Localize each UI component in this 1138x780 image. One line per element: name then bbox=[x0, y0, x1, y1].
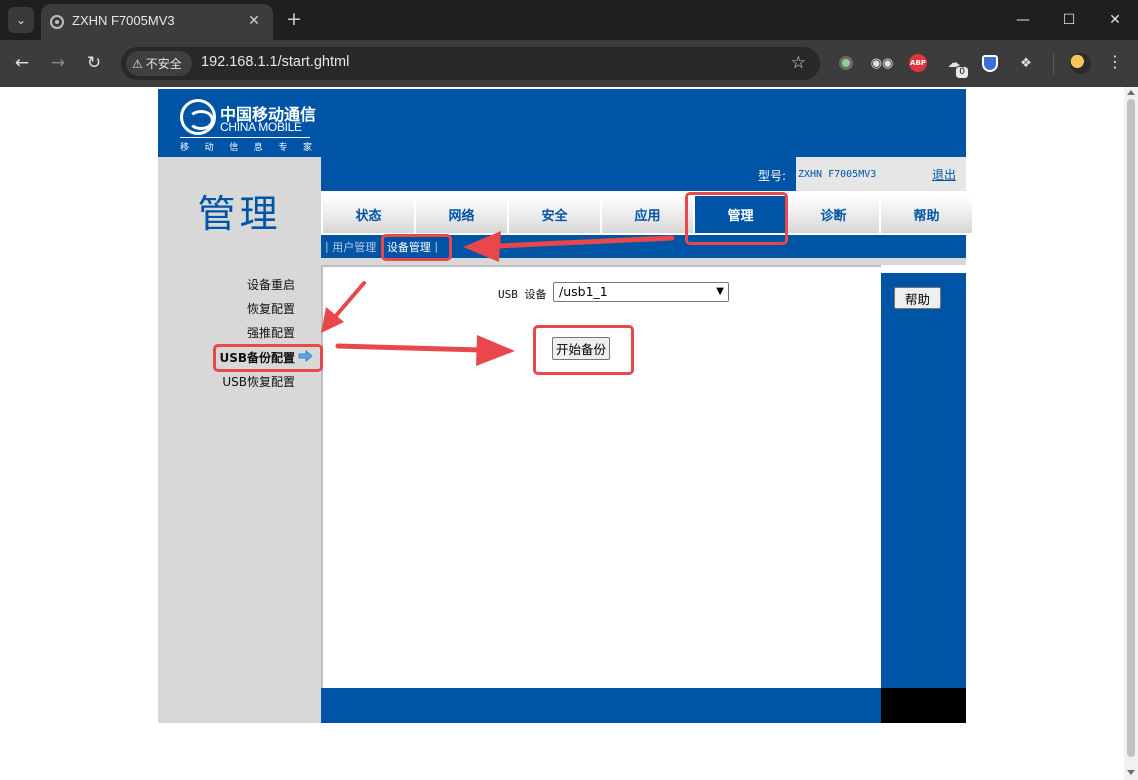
close-window-button[interactable]: ✕ bbox=[1100, 5, 1130, 35]
annotation-box-device-management bbox=[381, 234, 452, 261]
footer-right bbox=[881, 688, 966, 723]
usb-device-label: USB 设备 bbox=[498, 288, 547, 301]
warning-icon: ⚠ bbox=[132, 56, 143, 71]
profile-avatar[interactable] bbox=[1070, 53, 1091, 74]
annotation-box-management-tab bbox=[685, 192, 788, 245]
tab-application[interactable]: 应用 bbox=[602, 196, 693, 233]
subnav-item-user-management[interactable]: 用户管理 bbox=[332, 239, 376, 255]
model-info: ZXHN F7005MV3 退出 bbox=[796, 157, 966, 191]
more-menu-icon[interactable]: ⋮ bbox=[1107, 52, 1123, 71]
tab-security[interactable]: 安全 bbox=[509, 196, 600, 233]
chevron-down-icon: ▼ bbox=[716, 286, 724, 297]
security-indicator[interactable]: ⚠ 不安全 bbox=[126, 51, 192, 76]
minimize-button[interactable]: — bbox=[1008, 5, 1038, 35]
scroll-thumb[interactable] bbox=[1127, 99, 1135, 757]
close-icon[interactable]: ✕ bbox=[244, 11, 264, 31]
chevron-down-icon: ⌄ bbox=[15, 13, 27, 27]
logo-divider bbox=[180, 137, 310, 138]
browser-tab[interactable]: ZXHN F7005MV3 ✕ bbox=[41, 4, 273, 40]
extension-badge: 0 bbox=[955, 66, 969, 79]
section-header: 管理 bbox=[158, 157, 321, 258]
tab-diagnostics[interactable]: 诊断 bbox=[788, 196, 879, 233]
header-banner: 中国移动通信 CHINA MOBILE 移 动 信 息 专 家 bbox=[158, 89, 966, 157]
model-value: ZXHN F7005MV3 bbox=[798, 169, 877, 180]
tab-status[interactable]: 状态 bbox=[323, 196, 414, 233]
extension-glasses-icon[interactable]: ◉◉ bbox=[871, 52, 894, 74]
logo-tagline: 移 动 信 息 专 家 bbox=[180, 143, 312, 153]
model-label: 型号: bbox=[758, 169, 787, 183]
new-tab-button[interactable]: + bbox=[283, 8, 305, 30]
page-scrollbar[interactable] bbox=[1124, 87, 1138, 780]
sidebar-item-push-config[interactable]: 强推配置 bbox=[247, 324, 295, 341]
model-bar: 型号: ZXHN F7005MV3 退出 bbox=[321, 157, 966, 191]
scroll-up-icon[interactable] bbox=[1127, 90, 1135, 95]
forward-button[interactable]: → bbox=[45, 50, 71, 76]
china-mobile-logo-icon bbox=[180, 99, 216, 135]
browser-titlebar: ⌄ ZXHN F7005MV3 ✕ + — ☐ ✕ bbox=[0, 0, 1138, 40]
cloud-extension-icon[interactable]: ☁ 0 bbox=[943, 52, 969, 79]
footer-left bbox=[158, 688, 321, 723]
sidebar-item-usb-restore[interactable]: USB恢复配置 bbox=[222, 373, 295, 390]
tab-network[interactable]: 网络 bbox=[416, 196, 507, 233]
main-nav: 状态 网络 安全 应用 管理 诊断 帮助 bbox=[321, 191, 972, 235]
logo-name-en: CHINA MOBILE bbox=[220, 120, 302, 134]
globe-icon bbox=[50, 15, 64, 29]
puzzle-icon[interactable]: ❖ bbox=[1015, 52, 1037, 74]
annotation-box-start-backup bbox=[533, 325, 634, 375]
help-button[interactable]: 帮助 bbox=[894, 287, 941, 309]
usb-device-select[interactable]: /usb1_1 ▼ bbox=[553, 282, 729, 302]
usb-device-value: /usb1_1 bbox=[559, 284, 608, 299]
address-bar[interactable]: ⚠ 不安全 192.168.1.1/start.ghtml ☆ bbox=[121, 47, 820, 80]
scroll-down-icon[interactable] bbox=[1127, 770, 1135, 775]
tab-title: ZXHN F7005MV3 bbox=[72, 13, 175, 28]
footer-main bbox=[321, 688, 881, 723]
security-label: 不安全 bbox=[145, 57, 182, 71]
sidebar-item-restore-config[interactable]: 恢复配置 bbox=[247, 300, 295, 317]
page-viewport: 中国移动通信 CHINA MOBILE 移 动 信 息 专 家 管理 型号: Z… bbox=[0, 87, 1124, 780]
sidebar-item-device-restart[interactable]: 设备重启 bbox=[247, 276, 295, 293]
adblock-icon[interactable]: ABP bbox=[907, 52, 929, 74]
sidebar: 设备重启 恢复配置 强推配置 USB备份配置 USB恢复配置 bbox=[158, 258, 321, 688]
logout-link[interactable]: 退出 bbox=[932, 166, 956, 183]
url-text[interactable]: 192.168.1.1/start.ghtml bbox=[201, 54, 349, 70]
tab-help[interactable]: 帮助 bbox=[881, 196, 972, 233]
shield-extension-icon[interactable] bbox=[979, 52, 1001, 74]
help-panel: 帮助 bbox=[881, 273, 966, 688]
toolbar-divider bbox=[1053, 54, 1054, 74]
annotation-box-usb-backup bbox=[213, 344, 323, 372]
browser-toolbar: ← → ↻ ⚠ 不安全 192.168.1.1/start.ghtml ☆ ◉◉… bbox=[0, 40, 1138, 87]
page-title: 管理 bbox=[197, 192, 282, 236]
tab-search-button[interactable]: ⌄ bbox=[8, 7, 34, 33]
bookmark-star-icon[interactable]: ☆ bbox=[791, 53, 806, 73]
extension-green-icon[interactable] bbox=[835, 52, 857, 74]
reload-button[interactable]: ↻ bbox=[81, 50, 107, 76]
maximize-button[interactable]: ☐ bbox=[1054, 5, 1084, 35]
back-button[interactable]: ← bbox=[9, 50, 35, 76]
